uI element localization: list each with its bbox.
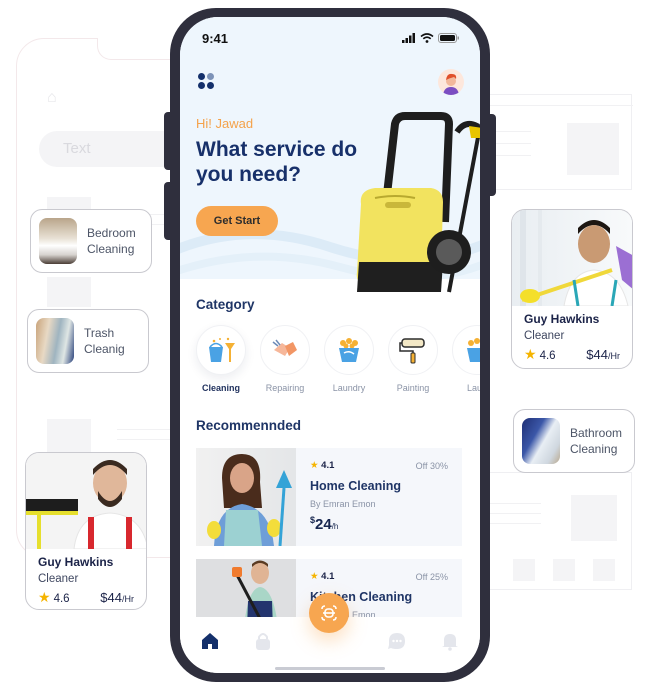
tab-home[interactable] <box>200 631 220 651</box>
bucket-icon <box>209 337 235 362</box>
battery-icon <box>438 33 459 43</box>
provider-role: Cleaner <box>38 573 79 585</box>
home-icon <box>202 633 218 649</box>
home-outline-icon: ⌂ <box>47 89 57 106</box>
scan-icon <box>321 605 337 621</box>
chip-label: Bathroom Cleaning <box>570 426 623 456</box>
chip-bedroom-cleaning[interactable]: Bedroom Cleaning <box>30 209 152 273</box>
home-indicator <box>275 667 385 670</box>
bathroom-thumbnail <box>522 418 560 464</box>
provider-photo <box>512 210 632 306</box>
background-line <box>481 523 541 524</box>
app-screen: 9:41 Hi! Jawad What service do you need?… <box>180 17 480 673</box>
star-icon: ★ <box>310 571 319 582</box>
handshake-icon <box>272 339 297 356</box>
star-icon: ★ <box>310 460 319 471</box>
background-block <box>47 277 91 307</box>
laundry-bucket-icon <box>339 338 359 362</box>
category-list: Cleaning Repairing Laundry Painting Lau <box>196 325 480 393</box>
background-block <box>567 123 619 175</box>
scan-button[interactable] <box>309 593 349 633</box>
bag-icon <box>256 633 270 650</box>
greeting-text: Hi! Jawad <box>196 116 254 131</box>
provider-rating: ★ 4.6 <box>524 346 556 362</box>
provider-card[interactable]: Guy Hawkins Cleaner ★ 4.6 $44/Hr <box>25 452 147 610</box>
background-line <box>117 439 177 440</box>
provider-price: $44/Hr <box>586 347 620 362</box>
background-panel <box>470 472 632 590</box>
tab-notifications[interactable] <box>440 631 460 651</box>
service-provider: By Emran Emon <box>310 499 376 509</box>
category-repairing[interactable]: Repairing <box>260 325 310 393</box>
background-line <box>481 513 541 514</box>
category-laundry[interactable]: Laundry <box>324 325 374 393</box>
provider-rating: ★ 4.6 <box>38 589 70 605</box>
get-start-button[interactable]: Get Start <box>196 206 278 236</box>
background-block <box>553 559 575 581</box>
background-block <box>571 495 617 541</box>
discount-badge: Off 25% <box>415 572 448 582</box>
category-painting[interactable]: Painting <box>388 325 438 393</box>
category-title: Category <box>196 297 255 312</box>
provider-price: $44/Hr <box>100 590 134 605</box>
tab-bag[interactable] <box>253 631 273 651</box>
category-laundry-2[interactable]: Laun <box>452 325 480 393</box>
category-cleaning[interactable]: Cleaning <box>196 325 246 393</box>
avatar-image <box>443 73 459 95</box>
recommended-title: Recommennded <box>196 418 302 433</box>
wifi-icon <box>420 33 434 43</box>
star-icon: ★ <box>38 589 51 605</box>
background-block <box>513 559 535 581</box>
signal-icon <box>402 33 415 43</box>
background-line <box>471 105 633 106</box>
service-title: Home Cleaning <box>310 479 401 493</box>
discount-badge: Off 30% <box>415 461 448 471</box>
background-line <box>117 429 177 430</box>
chip-label: Trash Cleanig <box>84 326 125 356</box>
menu-grid-icon[interactable] <box>198 73 214 89</box>
provider-name: Guy Hawkins <box>524 312 600 326</box>
bedroom-thumbnail <box>39 218 77 264</box>
star-icon: ★ <box>524 346 537 362</box>
chat-icon <box>388 633 405 649</box>
woman-cleaner-image <box>207 454 292 546</box>
background-block <box>593 559 615 581</box>
provider-name: Guy Hawkins <box>38 555 114 569</box>
service-image <box>196 448 296 546</box>
background-line <box>481 503 541 504</box>
pressure-washer-image <box>356 112 480 293</box>
phone-frame: 9:41 Hi! Jawad What service do you need?… <box>170 8 490 682</box>
bell-icon <box>442 634 458 651</box>
provider-role: Cleaner <box>524 330 565 342</box>
status-time: 9:41 <box>202 31 229 46</box>
recommended-card-home-cleaning[interactable]: ★ 4.1 Off 30% Home Cleaning By Emran Emo… <box>196 448 462 546</box>
cleaner-with-mop-image <box>520 210 632 306</box>
provider-card[interactable]: Guy Hawkins Cleaner ★ 4.6 $44/Hr <box>511 209 633 369</box>
trash-thumbnail <box>36 318 74 364</box>
status-icons <box>402 33 460 43</box>
chip-trash-cleaning[interactable]: Trash Cleanig <box>27 309 149 373</box>
user-avatar[interactable] <box>438 69 464 95</box>
provider-photo <box>26 453 146 549</box>
paint-roller-icon <box>399 338 425 364</box>
chip-bathroom-cleaning[interactable]: Bathroom Cleaning <box>513 409 635 473</box>
cleaner-with-broom-image <box>26 460 146 549</box>
chip-label: Bedroom Cleaning <box>87 226 136 256</box>
laundry-bucket-icon <box>467 338 480 362</box>
tab-chat[interactable] <box>387 631 407 651</box>
service-price: $24/h <box>310 515 339 533</box>
